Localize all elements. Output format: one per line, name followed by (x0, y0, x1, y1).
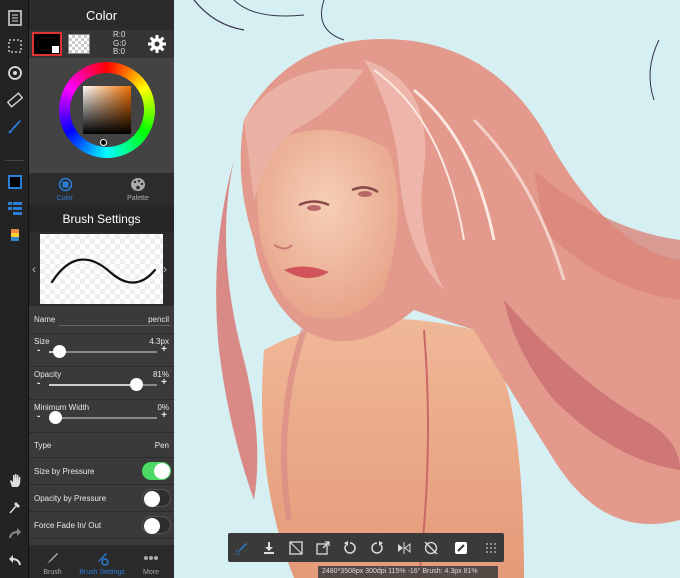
side-panel: Color R:0 G:0 B:0 Color Palette Brush Se… (29, 0, 174, 578)
brush-preview: ‹ › (29, 232, 174, 306)
opacity-by-pressure-toggle[interactable] (142, 489, 171, 507)
material-icon[interactable] (4, 224, 25, 245)
force-fade-toggle[interactable] (142, 516, 171, 534)
color-wheel-area (29, 58, 174, 173)
min-width-label: Minimum Width (34, 403, 90, 412)
color-circle-icon (58, 177, 73, 192)
size-by-pressure-label: Size by Pressure (34, 467, 95, 476)
size-minus-button[interactable]: - (37, 345, 40, 356)
force-fade-label: Force Fade In/ Out (34, 521, 102, 530)
tab-brush-label: Brush (43, 569, 62, 576)
sub-color-swatch[interactable] (68, 34, 90, 54)
hand-icon[interactable] (4, 469, 25, 490)
chevron-right-icon[interactable]: › (163, 262, 167, 276)
eyedropper-icon[interactable] (4, 496, 25, 517)
opacity-row: Opacity 81% - + (29, 367, 174, 400)
size-slider[interactable] (49, 345, 157, 358)
type-value[interactable]: Pen (155, 441, 169, 450)
download-icon[interactable] (258, 537, 279, 558)
rgb-readout: R:0 G:0 B:0 (113, 30, 126, 56)
tab-color[interactable]: Color (29, 173, 101, 205)
floating-toolbar (228, 533, 504, 562)
grid-menu-icon[interactable] (480, 537, 501, 558)
color-panel-title: Color (29, 0, 174, 30)
min-width-slider-knob[interactable] (49, 411, 62, 424)
name-value[interactable]: pencil (148, 315, 169, 324)
stroke-preview (40, 234, 163, 304)
opacity-by-pressure-label: Opacity by Pressure (34, 494, 107, 503)
selection-icon[interactable] (4, 35, 25, 56)
opacity-slider[interactable] (49, 378, 157, 391)
layers-icon[interactable] (4, 7, 25, 28)
min-width-row: Minimum Width 0% - + (29, 400, 174, 433)
artwork (193, 0, 680, 578)
brush-tool-icon[interactable] (4, 115, 25, 136)
force-fade-row: Force Fade In/ Out (29, 512, 174, 539)
color-swatch-icon[interactable] (4, 171, 25, 192)
clear-icon[interactable] (285, 537, 306, 558)
rotate-right-icon[interactable] (366, 537, 387, 558)
brush-name-row[interactable]: Name pencil (29, 309, 174, 334)
transform-layer-icon[interactable] (312, 537, 333, 558)
size-row: Size 4.3px - + (29, 334, 174, 367)
layer-list-icon[interactable] (4, 197, 25, 218)
opacity-by-pressure-row: Opacity by Pressure (29, 485, 174, 512)
opacity-slider-knob[interactable] (129, 378, 143, 391)
min-width-slider[interactable] (49, 411, 157, 424)
type-label: Type (34, 441, 52, 450)
color-tabs: Color Palette (29, 173, 174, 205)
transform-icon[interactable] (4, 62, 25, 83)
chevron-left-icon[interactable]: ‹ (32, 262, 36, 276)
tab-more-label: More (143, 569, 159, 576)
min-width-plus-button[interactable]: + (161, 410, 167, 421)
hue-wheel[interactable] (59, 62, 155, 158)
color-top-bar: R:0 G:0 B:0 (29, 30, 174, 58)
opacity-plus-button[interactable]: + (161, 377, 167, 388)
size-by-pressure-toggle[interactable] (142, 462, 171, 480)
palette-icon (131, 178, 145, 191)
saturation-value-square[interactable] (83, 86, 131, 134)
size-plus-button[interactable]: + (161, 344, 167, 355)
drawing-canvas[interactable]: 2480*3508px 300dpi 115% -16° Brush: 4.3p… (174, 0, 680, 578)
brush-stroke-icon[interactable] (231, 537, 252, 558)
flip-horizontal-icon[interactable] (393, 537, 414, 558)
tab-brush-settings-label: Brush Settings (79, 569, 125, 576)
tab-brush[interactable]: Brush (29, 545, 76, 578)
min-width-minus-button[interactable]: - (37, 411, 40, 422)
more-icon (144, 556, 158, 560)
tab-color-label: Color (56, 195, 74, 202)
size-slider-knob[interactable] (53, 345, 67, 358)
left-toolbar (0, 0, 29, 578)
undo-icon[interactable] (4, 550, 25, 571)
ruler-icon[interactable] (4, 89, 25, 110)
size-by-pressure-row: Size by Pressure (29, 458, 174, 485)
brush-settings-icon (97, 553, 109, 566)
gear-icon[interactable] (147, 34, 167, 54)
tab-palette[interactable]: Palette (102, 173, 174, 205)
reset-rotation-icon[interactable] (420, 537, 441, 558)
brush-settings-title: Brush Settings (29, 205, 174, 232)
type-row[interactable]: Type Pen (29, 433, 174, 458)
name-label: Name (34, 315, 56, 324)
brush-icon (47, 553, 58, 564)
main-color-swatch[interactable] (32, 32, 62, 56)
tab-palette-label: Palette (127, 195, 149, 202)
opacity-minus-button[interactable]: - (37, 378, 40, 389)
status-bar: 2480*3508px 300dpi 115% -16° Brush: 4.3p… (318, 566, 498, 578)
tab-brush-settings[interactable]: Brush Settings (76, 545, 128, 578)
redo-icon[interactable] (4, 523, 25, 544)
snap-icon[interactable] (450, 537, 471, 558)
tab-more[interactable]: More (128, 545, 174, 578)
color-picker-handle[interactable] (100, 139, 107, 146)
bottom-tabs: Brush Brush Settings More (29, 545, 174, 578)
rotate-left-icon[interactable] (339, 537, 360, 558)
